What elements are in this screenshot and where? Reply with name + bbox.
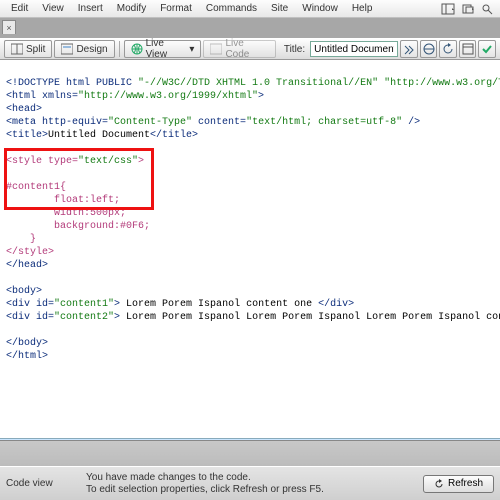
livecode-label: Live Code [225, 38, 268, 60]
document-title-input[interactable] [310, 41, 398, 57]
menu-format[interactable]: Format [153, 1, 199, 16]
properties-bar: Code view You have made changes to the c… [0, 466, 500, 500]
file-management-icon[interactable] [400, 40, 418, 58]
preview-globe-icon[interactable] [420, 40, 438, 58]
status-view-label: Code view [6, 478, 66, 489]
view-options-icon[interactable] [459, 40, 477, 58]
menu-insert[interactable]: Insert [71, 1, 110, 16]
status-message: You have made changes to the code. To ed… [86, 472, 403, 496]
search-icon[interactable] [480, 2, 496, 16]
title-label: Title: [284, 44, 305, 55]
layout-icon[interactable] [440, 2, 456, 16]
code-content: <!DOCTYPE html PUBLIC "-//W3C//DTD XHTML… [0, 60, 500, 380]
refresh-icon[interactable] [439, 40, 457, 58]
check-icon[interactable] [478, 40, 496, 58]
refresh-label: Refresh [448, 478, 483, 489]
document-tab-close[interactable]: × [2, 20, 16, 34]
menu-help[interactable]: Help [345, 1, 380, 16]
refresh-button[interactable]: Refresh [423, 475, 494, 493]
live-view-button[interactable]: Live View ▾ [124, 40, 202, 58]
split-icon [11, 43, 23, 55]
liveview-label: Live View [146, 38, 187, 60]
split-view-button[interactable]: Split [4, 40, 52, 58]
menu-modify[interactable]: Modify [110, 1, 153, 16]
livecode-icon [210, 43, 222, 55]
refresh-arrow-icon [434, 479, 444, 489]
gutter-baseline [0, 438, 500, 440]
menu-site[interactable]: Site [264, 1, 295, 16]
code-editor[interactable]: <!DOCTYPE html PUBLIC "-//W3C//DTD XHTML… [0, 60, 500, 440]
design-icon [61, 43, 73, 55]
design-label: Design [76, 44, 107, 55]
document-toolbar: Split Design Live View ▾ Live Code Title… [0, 38, 500, 60]
globe-icon [131, 43, 143, 55]
menu-commands[interactable]: Commands [199, 1, 264, 16]
menu-view[interactable]: View [35, 1, 71, 16]
live-code-button[interactable]: Live Code [203, 40, 275, 58]
main-menu-bar: Edit View Insert Modify Format Commands … [0, 0, 500, 18]
chevron-down-icon: ▾ [189, 44, 194, 55]
menu-window[interactable]: Window [295, 1, 345, 16]
document-tab-strip: × [0, 18, 500, 34]
menu-edit[interactable]: Edit [4, 1, 35, 16]
extend-icon[interactable] [460, 2, 476, 16]
split-label: Split [26, 44, 45, 55]
panel-gap [0, 440, 500, 466]
design-view-button[interactable]: Design [54, 40, 114, 58]
